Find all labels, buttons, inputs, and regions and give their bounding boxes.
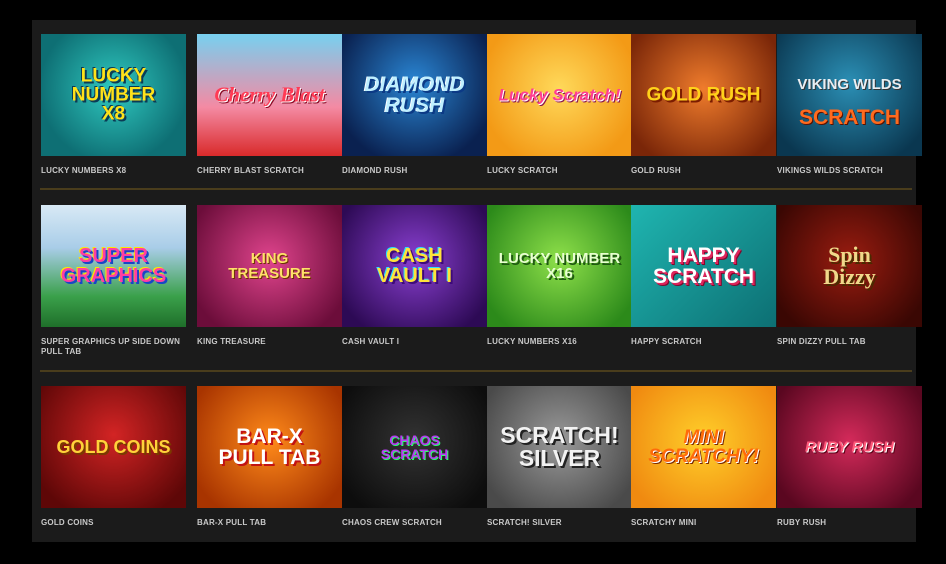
- game-logo: SCRATCH! SILVER: [500, 422, 619, 471]
- game-tile-ruby-rush[interactable]: RUBY RUSH: [777, 386, 922, 508]
- game-tile-cherry-blast-scratch[interactable]: Cherry Blast: [197, 34, 342, 156]
- game-title[interactable]: CHERRY BLAST SCRATCH: [197, 166, 347, 176]
- game-logo: GOLD RUSH: [646, 84, 761, 106]
- game-logo: SUPER GRAPHICS: [60, 245, 167, 287]
- game-logo: Lucky Scratch!: [498, 85, 621, 105]
- game-logo: MINI SCRATCHY!: [648, 427, 759, 467]
- game-title[interactable]: GOLD RUSH: [631, 166, 781, 176]
- game-tile-diamond-rush[interactable]: DIAMOND RUSH: [342, 34, 487, 156]
- game-tile-chaos-crew-scratch[interactable]: CHAOS SCRATCH: [342, 386, 487, 508]
- game-logo: KING TREASURE: [228, 250, 311, 282]
- game-logo-sub: SCRATCH: [798, 106, 901, 129]
- game-title[interactable]: DIAMOND RUSH: [342, 166, 492, 176]
- game-logo: RUBY RUSH: [805, 438, 894, 456]
- game-tile-vikings-wilds-scratch[interactable]: VIKING WILDS SCRATCH: [777, 34, 922, 156]
- game-title[interactable]: LUCKY NUMBERS X16: [487, 337, 637, 347]
- game-logo: LUCKY NUMBER X16: [498, 250, 621, 282]
- game-title[interactable]: CASH VAULT I: [342, 337, 492, 347]
- game-title[interactable]: HAPPY SCRATCH: [631, 337, 781, 347]
- game-title[interactable]: VIKINGS WILDS SCRATCH: [777, 166, 927, 176]
- game-logo: Cherry Blast: [214, 82, 325, 107]
- game-tile-king-treasure[interactable]: KING TREASURE: [197, 205, 342, 327]
- game-title[interactable]: LUCKY SCRATCH: [487, 166, 637, 176]
- game-tile-cash-vault-i[interactable]: CASH VAULT I: [342, 205, 487, 327]
- game-tile-gold-coins[interactable]: GOLD COINS: [41, 386, 186, 508]
- game-title[interactable]: SPIN DIZZY PULL TAB: [777, 337, 927, 347]
- game-tile-scratch-silver[interactable]: SCRATCH! SILVER: [487, 386, 632, 508]
- game-logo: VIKING WILDS SCRATCH: [777, 62, 922, 128]
- game-logo: CHAOS SCRATCH: [380, 432, 449, 462]
- game-logo: DIAMOND RUSH: [364, 73, 465, 117]
- row-divider: [40, 188, 912, 190]
- game-title[interactable]: CHAOS CREW SCRATCH: [342, 518, 492, 528]
- game-logo: HAPPY SCRATCH: [652, 244, 755, 288]
- game-tile-spin-dizzy[interactable]: Spin Dizzy: [777, 205, 922, 327]
- game-logo: BAR-X PULL TAB: [218, 425, 321, 469]
- game-tile-gold-rush[interactable]: GOLD RUSH: [631, 34, 776, 156]
- game-title[interactable]: BAR-X PULL TAB: [197, 518, 347, 528]
- game-logo: CASH VAULT I: [377, 245, 452, 287]
- game-tile-lucky-numbers-x16[interactable]: LUCKY NUMBER X16: [487, 205, 632, 327]
- game-tile-bar-x-pull-tab[interactable]: BAR-X PULL TAB: [197, 386, 342, 508]
- game-title[interactable]: SCRATCH! SILVER: [487, 518, 637, 528]
- game-tile-happy-scratch[interactable]: HAPPY SCRATCH: [631, 205, 776, 327]
- game-title[interactable]: SUPER GRAPHICS UP SIDE DOWN PULL TAB: [41, 337, 181, 357]
- game-title[interactable]: SCRATCHY MINI: [631, 518, 781, 528]
- game-logo: Spin Dizzy: [823, 242, 876, 289]
- game-title[interactable]: KING TREASURE: [197, 337, 347, 347]
- game-logo: LUCKY NUMBER X8: [71, 65, 156, 125]
- game-logo-main: VIKING WILDS: [797, 76, 902, 93]
- game-tile-lucky-numbers-x8[interactable]: LUCKY NUMBER X8: [41, 34, 186, 156]
- game-tile-lucky-scratch[interactable]: Lucky Scratch!: [487, 34, 632, 156]
- game-title[interactable]: RUBY RUSH: [777, 518, 927, 528]
- game-tile-scratchy-mini[interactable]: MINI SCRATCHY!: [631, 386, 776, 508]
- game-logo: GOLD COINS: [56, 437, 171, 457]
- row-divider: [40, 370, 912, 372]
- game-tile-super-graphics[interactable]: SUPER GRAPHICS: [41, 205, 186, 327]
- game-title[interactable]: GOLD COINS: [41, 518, 191, 528]
- game-title[interactable]: LUCKY NUMBERS X8: [41, 166, 191, 176]
